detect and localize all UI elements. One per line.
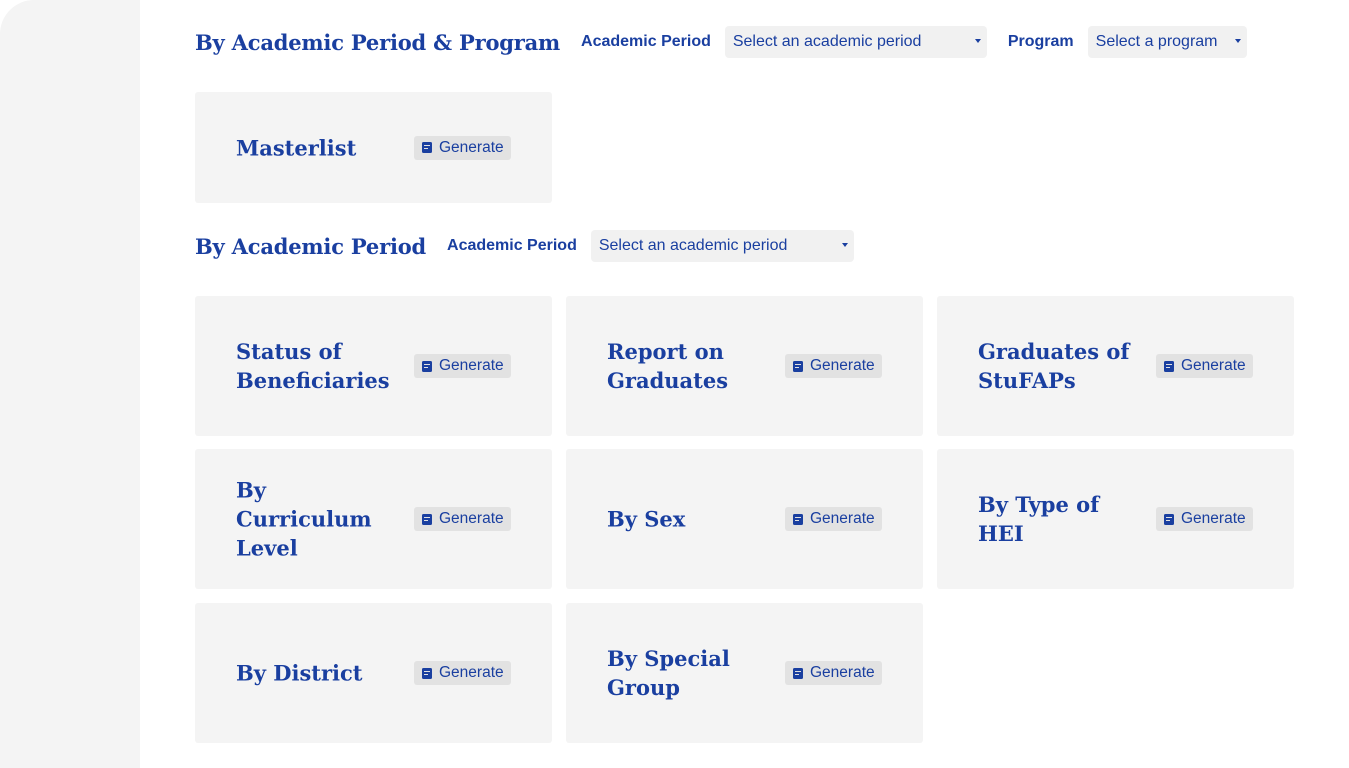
generate-label: Generate: [1181, 357, 1246, 374]
card-title: Masterlist: [236, 135, 357, 160]
section-title: By Academic Period: [195, 233, 427, 259]
caret-down-icon: [841, 243, 848, 247]
generate-label: Generate: [810, 357, 875, 374]
card-title: By Curriculum Level: [236, 477, 372, 561]
program-label: Program: [1007, 33, 1074, 50]
generate-button[interactable]: Generate: [785, 507, 882, 531]
report-card-graduates-of-stufaps: Graduates of StuFAPs Generate: [937, 296, 1294, 436]
generate-button[interactable]: Generate: [1156, 507, 1253, 531]
generate-label: Generate: [810, 664, 875, 681]
main-content: By Academic Period & Program Academic Pe…: [195, 0, 1295, 768]
document-icon: [422, 513, 432, 525]
academic-period-select[interactable]: Select an academic period: [590, 230, 854, 262]
academic-period-label: Academic Period: [581, 33, 711, 50]
generate-label: Generate: [810, 510, 875, 527]
report-card-by-type-of-hei: By Type of HEI Generate: [937, 449, 1294, 589]
generate-button[interactable]: Generate: [414, 135, 511, 160]
document-icon: [793, 360, 803, 372]
generate-button[interactable]: Generate: [785, 661, 882, 685]
generate-label: Generate: [439, 138, 504, 156]
generate-button[interactable]: Generate: [414, 354, 511, 378]
card-title: By Type of HEI: [978, 492, 1100, 546]
card-title: By Sex: [607, 506, 686, 532]
report-card-by-sex: By Sex Generate: [566, 449, 923, 589]
generate-label: Generate: [1181, 510, 1246, 527]
caret-down-icon: [974, 39, 981, 43]
generate-button[interactable]: Generate: [414, 661, 511, 685]
generate-button[interactable]: Generate: [1156, 354, 1253, 378]
academic-period-select-value: Select an academic period: [598, 237, 788, 254]
document-icon: [1164, 513, 1174, 525]
document-icon: [422, 667, 432, 679]
report-card-status-of-beneficiaries: Status of Beneficiaries Generate: [195, 296, 552, 436]
section-header-period-program: By Academic Period & Program Academic Pe…: [195, 26, 1247, 58]
report-card-report-on-graduates: Report on Graduates Generate: [566, 296, 923, 436]
section-header-period: By Academic Period Academic Period Selec…: [195, 230, 854, 262]
document-icon: [1164, 360, 1174, 372]
report-card-by-curriculum-level: By Curriculum Level Generate: [195, 449, 552, 589]
program-select-value: Select a program: [1095, 33, 1218, 50]
card-title: By Special Group: [607, 646, 730, 700]
section-title: By Academic Period & Program: [195, 29, 561, 55]
sidebar: [0, 0, 140, 768]
document-icon: [793, 513, 803, 525]
caret-down-icon: [1234, 39, 1241, 43]
card-title: By District: [236, 660, 363, 686]
document-icon: [793, 667, 803, 679]
card-title: Graduates of StuFAPs: [978, 339, 1130, 393]
academic-period-label: Academic Period: [447, 237, 577, 254]
generate-label: Generate: [439, 510, 504, 527]
academic-period-select[interactable]: Select an academic period: [724, 26, 987, 58]
report-card-masterlist: Masterlist Generate: [195, 92, 552, 203]
card-title: Status of Beneficiaries: [236, 339, 390, 393]
document-icon: [422, 142, 432, 153]
report-card-by-district: By District Generate: [195, 603, 552, 743]
generate-label: Generate: [439, 357, 504, 374]
generate-label: Generate: [439, 664, 504, 681]
card-title: Report on Graduates: [607, 339, 729, 393]
generate-button[interactable]: Generate: [414, 507, 511, 531]
program-select[interactable]: Select a program: [1087, 26, 1247, 58]
academic-period-select-value: Select an academic period: [732, 33, 922, 50]
report-card-by-special-group: By Special Group Generate: [566, 603, 923, 743]
generate-button[interactable]: Generate: [785, 354, 882, 378]
document-icon: [422, 360, 432, 372]
